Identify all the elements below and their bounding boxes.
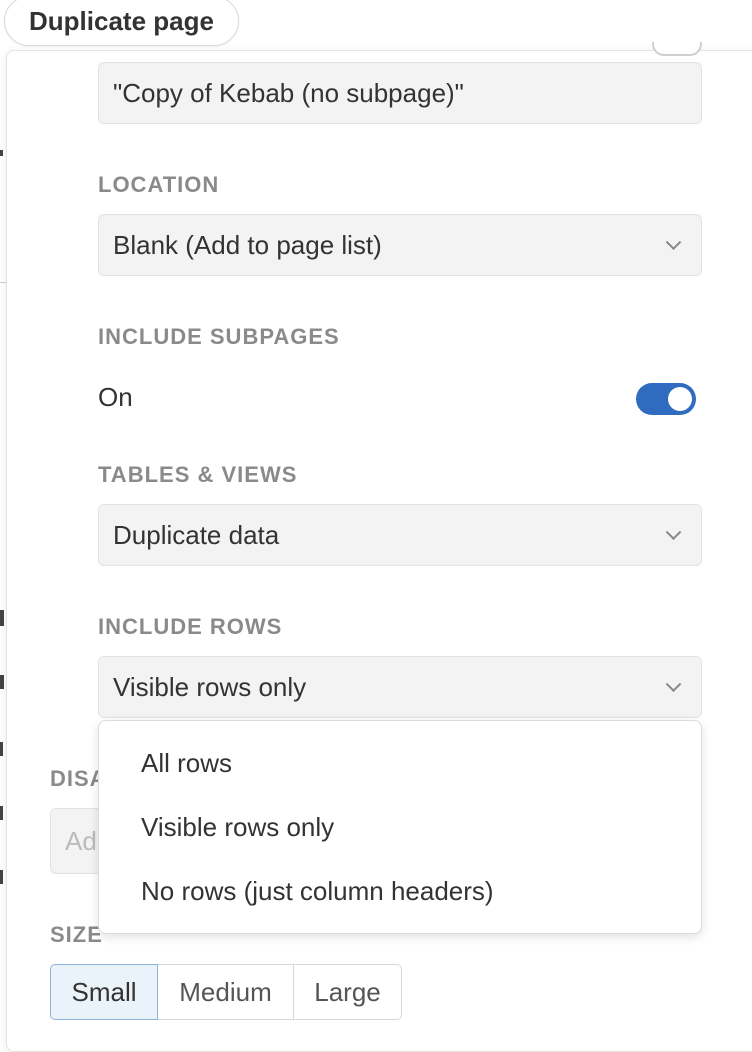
background-glyph — [0, 870, 3, 884]
include-subpages-state: On — [98, 382, 133, 412]
chevron-down-icon — [665, 676, 682, 693]
background-glyph — [0, 742, 3, 756]
location-value: Blank (Add to page list) — [113, 229, 382, 260]
page-title-field[interactable]: "Copy of Kebab (no subpage)" — [98, 62, 702, 124]
location-select[interactable]: Blank (Add to page list) — [98, 214, 702, 276]
size-small-button[interactable]: Small — [50, 964, 158, 1020]
background-glyph — [0, 610, 4, 626]
include-rows-value: Visible rows only — [113, 671, 307, 702]
toggle-switch-icon[interactable] — [652, 42, 702, 56]
location-label: LOCATION — [98, 172, 220, 197]
size-large-button[interactable]: Large — [293, 964, 402, 1020]
tables-views-value: Duplicate data — [113, 519, 280, 550]
size-medium-button[interactable]: Medium — [157, 964, 294, 1020]
menu-item-all-rows[interactable]: All rows — [99, 731, 701, 795]
include-rows-select[interactable]: Visible rows only — [98, 656, 702, 718]
include-subpages-label: INCLUDE SUBPAGES — [98, 324, 340, 349]
size-segmented-control: Small Medium Large — [50, 964, 402, 1020]
include-rows-dropdown-menu: All rows Visible rows only No rows (just… — [98, 720, 702, 934]
menu-item-no-rows[interactable]: No rows (just column headers) — [99, 859, 701, 923]
include-rows-label: INCLUDE ROWS — [98, 614, 283, 639]
background-glyph — [0, 675, 4, 689]
menu-item-visible-rows-only[interactable]: Visible rows only — [99, 795, 701, 859]
tables-views-select[interactable]: Duplicate data — [98, 504, 702, 566]
chevron-down-icon — [665, 234, 682, 251]
tables-views-label: TABLES & VIEWS — [98, 462, 298, 487]
display-placeholder: Ad — [65, 825, 97, 856]
duplicate-page-button[interactable]: Duplicate page — [4, 0, 239, 46]
size-label: SIZE — [50, 922, 103, 947]
toggle-knob — [668, 387, 692, 411]
background-glyph — [0, 150, 3, 156]
include-subpages-toggle[interactable] — [636, 383, 696, 415]
chevron-down-icon — [665, 524, 682, 541]
page-title-value: "Copy of Kebab (no subpage)" — [113, 77, 464, 108]
background-glyph — [0, 806, 3, 820]
